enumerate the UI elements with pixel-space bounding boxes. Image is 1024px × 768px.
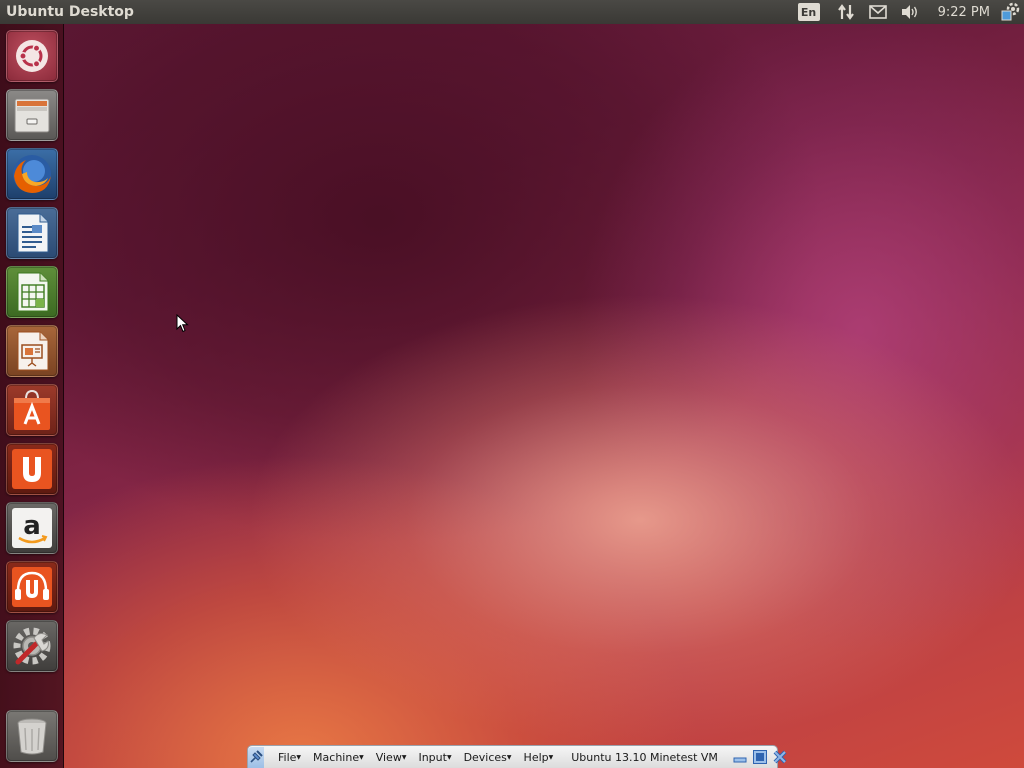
launcher-system-settings[interactable]: [6, 620, 58, 672]
keyboard-indicator[interactable]: En: [797, 0, 830, 24]
volume-icon[interactable]: [894, 0, 926, 24]
top-panel: Ubuntu Desktop En 9:22 PM: [0, 0, 1024, 24]
amazon-icon: a: [12, 508, 52, 548]
dropdown-arrow-icon: ▼: [446, 753, 452, 761]
menu-view[interactable]: View▼: [370, 747, 413, 768]
desktop[interactable]: Ubuntu Desktop En 9:22 PM a File▼ Machin…: [0, 0, 1024, 768]
launcher-dash-home[interactable]: [6, 30, 58, 82]
clock[interactable]: 9:22 PM: [938, 5, 990, 20]
launcher: a: [0, 24, 64, 768]
pin-icon: [250, 750, 263, 763]
firefox-icon: [13, 155, 51, 193]
dropdown-arrow-icon: ▼: [548, 753, 554, 761]
headphones-u-icon: [12, 567, 52, 607]
dropdown-arrow-icon: ▼: [359, 753, 364, 761]
svg-text:a: a: [23, 511, 41, 541]
launcher-libreoffice-calc[interactable]: [6, 266, 58, 318]
indicator-area: En 9:22 PM: [797, 0, 1024, 24]
menu-file[interactable]: File▼: [272, 747, 307, 768]
panel-window-title: Ubuntu Desktop: [6, 4, 134, 20]
dropdown-arrow-icon: ▼: [296, 753, 302, 761]
launcher-libreoffice-writer[interactable]: [6, 207, 58, 259]
writer-document-icon: [17, 213, 49, 253]
vm-name-label: Ubuntu 13.10 Minetest VM: [571, 750, 718, 764]
trash-icon: [17, 718, 47, 755]
vm-mini-toolbar: File▼ Machine▼ View▼ Input▼ Devices▼ Hel…: [247, 745, 787, 768]
menu-devices[interactable]: Devices▼: [458, 747, 518, 768]
menu-machine[interactable]: Machine▼: [307, 747, 370, 768]
exit-fullscreen-button[interactable]: [752, 748, 768, 766]
shopping-bag-icon: [14, 389, 50, 430]
impress-presentation-icon: [17, 331, 49, 371]
settings-wrench-icon: [13, 627, 51, 665]
dropdown-arrow-icon: ▼: [506, 753, 512, 761]
ubuntu-logo-icon: [16, 40, 48, 72]
launcher-amazon[interactable]: a: [6, 502, 58, 554]
launcher-ubuntu-one-music[interactable]: [6, 561, 58, 613]
network-icon[interactable]: [830, 0, 862, 24]
mail-icon[interactable]: [862, 0, 894, 24]
launcher-software-center[interactable]: [6, 384, 58, 436]
menu-help[interactable]: Help▼: [518, 747, 560, 768]
close-vm-button[interactable]: [772, 748, 788, 766]
close-icon: [773, 750, 787, 764]
session-gear-icon[interactable]: [998, 0, 1024, 24]
launcher-firefox[interactable]: [6, 148, 58, 200]
minimize-button[interactable]: [732, 748, 748, 766]
launcher-files[interactable]: [6, 89, 58, 141]
mouse-pointer-icon: [176, 314, 189, 333]
keyboard-layout-label: En: [797, 3, 820, 21]
launcher-trash[interactable]: [6, 710, 58, 762]
restore-window-icon: [752, 750, 767, 764]
pin-toolbar-button[interactable]: [248, 746, 264, 768]
minimize-icon: [733, 757, 747, 763]
dropdown-arrow-icon: ▼: [401, 753, 407, 761]
launcher-ubuntu-one[interactable]: [6, 443, 58, 495]
file-cabinet-icon: [14, 98, 50, 133]
calc-spreadsheet-icon: [17, 272, 49, 312]
ubuntu-one-icon: [12, 449, 52, 489]
menu-input[interactable]: Input▼: [412, 747, 457, 768]
launcher-libreoffice-impress[interactable]: [6, 325, 58, 377]
